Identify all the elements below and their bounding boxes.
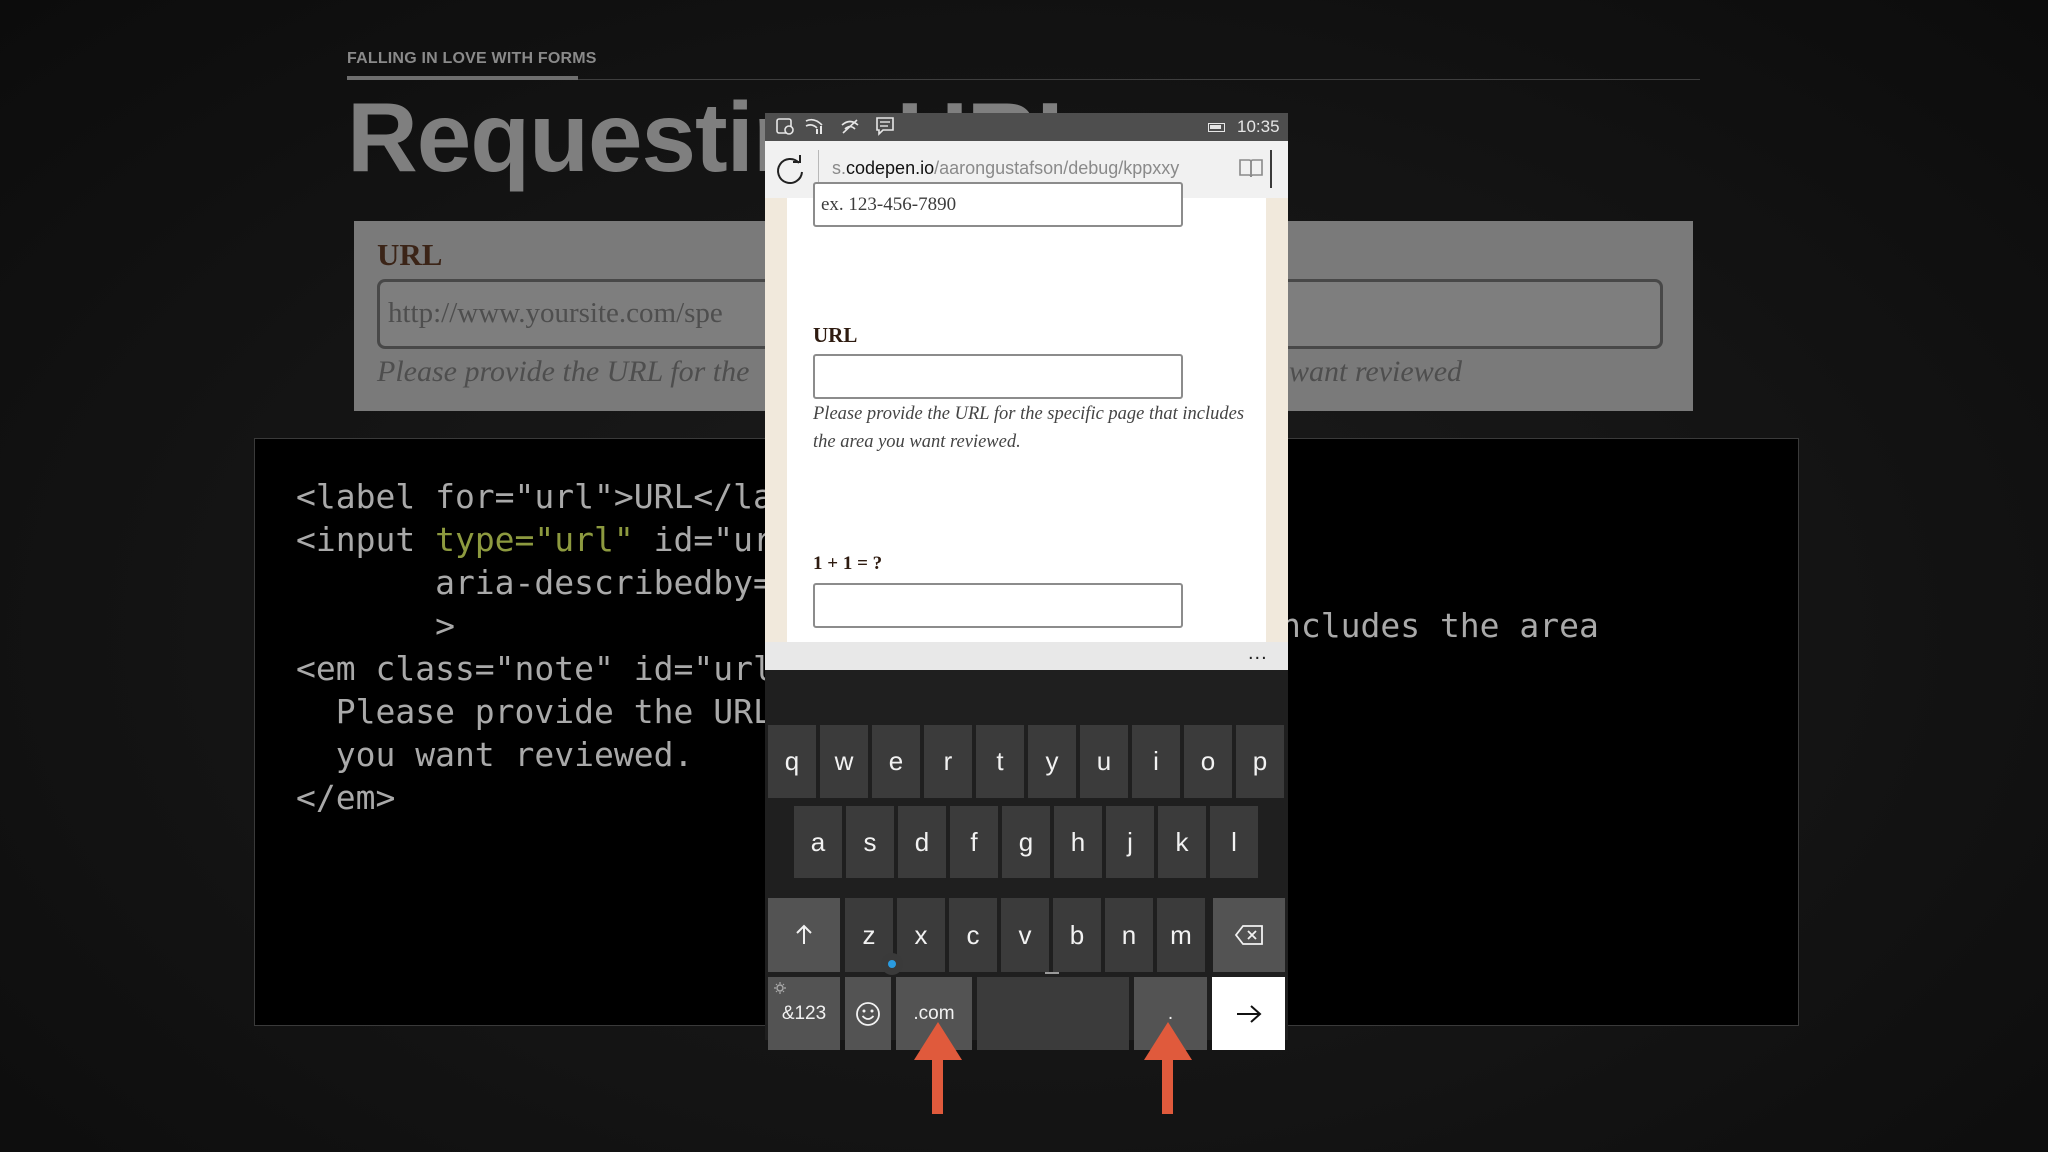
arrow-head: [914, 1022, 962, 1060]
arrow-to-dotcom-key: [914, 1022, 962, 1114]
header-rule: [578, 79, 1700, 80]
code-line-3: aria-describedby=": [296, 563, 793, 602]
url-note: Please provide the URL for the specific …: [813, 404, 1245, 452]
code-line-5: <em class="note" id="url-: [296, 649, 793, 688]
key-q[interactable]: q: [768, 725, 816, 798]
arrow-to-period-key: [1144, 1022, 1192, 1114]
kicker-underline: [347, 76, 578, 80]
refresh-icon[interactable]: [772, 152, 808, 188]
backspace-key[interactable]: [1213, 898, 1285, 972]
key-w[interactable]: w: [820, 725, 868, 798]
url-input[interactable]: [813, 354, 1183, 399]
url-prefix: s.: [832, 158, 847, 178]
demo-url-label: URL: [377, 237, 443, 272]
key-m[interactable]: m: [1157, 898, 1205, 972]
notification-icon: [776, 118, 794, 135]
key-u[interactable]: u: [1080, 725, 1128, 798]
shift-key[interactable]: [768, 898, 840, 972]
phone-number-placeholder: ex. 123-456-7890: [821, 194, 957, 215]
key-o[interactable]: o: [1184, 725, 1232, 798]
key-e[interactable]: e: [872, 725, 920, 798]
key-s[interactable]: s: [846, 806, 894, 878]
url-path: /aarongustafson/debug/kppxxy: [934, 158, 1180, 178]
space-handle: [1045, 972, 1059, 974]
url-host: codepen.io: [846, 158, 935, 178]
demo-url-placeholder: http://www.yoursite.com/spe: [388, 297, 723, 329]
reading-view-icon[interactable]: [1238, 156, 1264, 180]
code-line-4: >: [296, 606, 455, 645]
key-c[interactable]: c: [949, 898, 997, 972]
key-v[interactable]: v: [1001, 898, 1049, 972]
key-f[interactable]: f: [950, 806, 998, 878]
code-line-2: <input type="url" id="url: [296, 518, 793, 561]
on-screen-keyboard: qwertyuiop asdfghjkl zxcvbnm &123 .com .: [765, 670, 1288, 1050]
space-key[interactable]: [977, 977, 1129, 1050]
cursor-control-handle[interactable]: [881, 953, 903, 975]
key-p[interactable]: p: [1236, 725, 1284, 798]
cursor-dot: [888, 960, 896, 968]
key-h[interactable]: h: [1054, 806, 1102, 878]
arrow-head: [1144, 1022, 1192, 1060]
demo-url-note: Please provide the URL for the: [377, 355, 750, 388]
key-k[interactable]: k: [1158, 806, 1206, 878]
code-line-7: you want reviewed.: [296, 735, 694, 774]
key-n[interactable]: n: [1105, 898, 1153, 972]
address-url[interactable]: s.codepen.io/aarongustafson/debug/kppxxy: [832, 158, 1179, 179]
enter-key[interactable]: [1212, 977, 1285, 1050]
signal-icon: [805, 118, 823, 134]
key-y[interactable]: y: [1028, 725, 1076, 798]
backspace-icon: [1234, 925, 1263, 945]
arrow-shaft: [932, 1060, 943, 1114]
code-token: <input: [296, 520, 436, 559]
url-label: URL: [813, 323, 858, 347]
code-line-8: </em>: [296, 778, 396, 817]
code-attr-token: type="url": [435, 520, 634, 559]
key-i[interactable]: i: [1132, 725, 1180, 798]
more-options-button[interactable]: ...: [1248, 642, 1268, 665]
key-j[interactable]: j: [1106, 806, 1154, 878]
math-input[interactable]: [813, 583, 1183, 628]
address-divider-right: [1270, 150, 1272, 188]
message-icon: [876, 117, 894, 136]
demo-url-note-end: want reviewed: [1289, 355, 1463, 388]
key-x[interactable]: x: [897, 898, 945, 972]
code-line-1: <label for="url">URL</la: [296, 477, 773, 516]
emoji-icon: [856, 1001, 880, 1026]
arrow-shaft: [1162, 1060, 1173, 1114]
math-label: 1 + 1 = ?: [813, 553, 883, 574]
key-a[interactable]: a: [794, 806, 842, 878]
key-d[interactable]: d: [898, 806, 946, 878]
battery-icon: [1208, 123, 1225, 132]
slide-kicker: FALLING IN LOVE WITH FORMS: [347, 50, 597, 67]
settings-icon: [774, 982, 786, 994]
code-line-6: Please provide the URL: [296, 692, 773, 731]
key-l[interactable]: l: [1210, 806, 1258, 878]
key-r[interactable]: r: [924, 725, 972, 798]
browser-app-bar: [765, 642, 1288, 670]
key-b[interactable]: b: [1053, 898, 1101, 972]
shift-arrow-icon: [796, 924, 812, 944]
code-line-6-continued: ncludes the area: [1281, 606, 1599, 645]
emoji-key[interactable]: [845, 977, 891, 1050]
enter-arrow-icon: [1236, 1004, 1262, 1023]
key-t[interactable]: t: [976, 725, 1024, 798]
key-g[interactable]: g: [1002, 806, 1050, 878]
status-time: 10:35: [1237, 117, 1280, 136]
wifi-off-icon: [841, 119, 859, 134]
